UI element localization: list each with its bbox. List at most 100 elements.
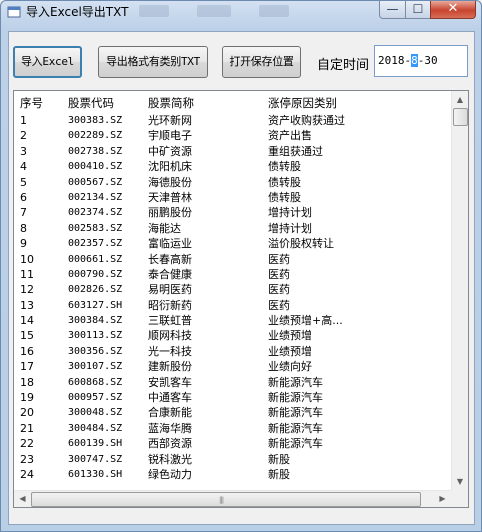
name-cell[interactable]: 长春高新 <box>148 252 192 267</box>
name-cell[interactable]: 三联虹普 <box>148 313 192 328</box>
vertical-scroll-thumb[interactable] <box>453 108 468 126</box>
index-cell[interactable]: 21 <box>20 421 34 436</box>
reason-cell[interactable]: 溢价股权转让 <box>268 236 334 251</box>
name-cell[interactable]: 光环新网 <box>148 113 192 128</box>
horizontal-scroll-thumb[interactable]: ||| <box>31 492 421 507</box>
code-cell[interactable]: 300048.SZ <box>68 405 122 420</box>
reason-cell[interactable]: 新能源汽车 <box>268 421 323 436</box>
reason-cell[interactable]: 债转股 <box>268 190 301 205</box>
import-excel-button[interactable]: 导入Excel <box>13 46 82 78</box>
name-cell[interactable]: 海能达 <box>148 221 181 236</box>
name-cell[interactable]: 中矿资源 <box>148 144 192 159</box>
name-cell[interactable]: 光一科技 <box>148 344 192 359</box>
code-cell[interactable]: 002289.SZ <box>68 128 122 143</box>
table-row[interactable]: 24 601330.SH 绿色动力 新股 <box>14 467 451 482</box>
index-cell[interactable]: 12 <box>20 282 34 297</box>
scroll-left-icon[interactable]: ◀ <box>14 491 31 507</box>
reason-cell[interactable]: 业绩预增+高... <box>268 313 343 328</box>
reason-cell[interactable]: 新能源汽车 <box>268 405 323 420</box>
date-picker[interactable]: 2018-8-30 <box>374 45 468 77</box>
index-cell[interactable]: 13 <box>20 298 34 313</box>
code-cell[interactable]: 000567.SZ <box>68 175 122 190</box>
name-cell[interactable]: 天津普林 <box>148 190 192 205</box>
reason-cell[interactable]: 新能源汽车 <box>268 390 323 405</box>
table-row[interactable]: 9 002357.SZ 富临运业 溢价股权转让 <box>14 236 451 251</box>
code-cell[interactable]: 600139.SH <box>68 436 122 451</box>
index-cell[interactable]: 3 <box>20 144 27 159</box>
reason-cell[interactable]: 业绩向好 <box>268 359 312 374</box>
table-row[interactable]: 21 300484.SZ 蓝海华腾 新能源汽车 <box>14 421 451 436</box>
reason-cell[interactable]: 医药 <box>268 252 290 267</box>
name-cell[interactable]: 沈阳机床 <box>148 159 192 174</box>
code-cell[interactable]: 002357.SZ <box>68 236 122 251</box>
name-cell[interactable]: 建新股份 <box>148 359 192 374</box>
table-row[interactable]: 1 300383.SZ 光环新网 资产收购获通过 <box>14 113 451 128</box>
code-cell[interactable]: 300384.SZ <box>68 313 122 328</box>
name-cell[interactable]: 蓝海华腾 <box>148 421 192 436</box>
name-cell[interactable]: 富临运业 <box>148 236 192 251</box>
code-cell[interactable]: 300484.SZ <box>68 421 122 436</box>
code-cell[interactable]: 000661.SZ <box>68 252 122 267</box>
table-row[interactable]: 7 002374.SZ 丽鹏股份 增持计划 <box>14 205 451 220</box>
name-cell[interactable]: 海德股份 <box>148 175 192 190</box>
code-cell[interactable]: 300356.SZ <box>68 344 122 359</box>
name-cell[interactable]: 锐科激光 <box>148 452 192 467</box>
reason-cell[interactable]: 债转股 <box>268 175 301 190</box>
title-bar[interactable]: 导入Excel导出TXT — ☐ ✕ <box>1 1 481 23</box>
code-cell[interactable]: 002826.SZ <box>68 282 122 297</box>
column-header-code[interactable]: 股票代码 <box>68 95 114 111</box>
close-button[interactable]: ✕ <box>430 1 476 19</box>
name-cell[interactable]: 中通客车 <box>148 390 192 405</box>
reason-cell[interactable]: 资产出售 <box>268 128 312 143</box>
reason-cell[interactable]: 业绩预增 <box>268 328 312 343</box>
name-cell[interactable]: 易明医药 <box>148 282 192 297</box>
reason-cell[interactable]: 新股 <box>268 467 290 482</box>
table-row[interactable]: 20 300048.SZ 合康新能 新能源汽车 <box>14 405 451 420</box>
reason-cell[interactable]: 新能源汽车 <box>268 436 323 451</box>
column-header-reason[interactable]: 涨停原因类别 <box>268 95 337 111</box>
table-row[interactable]: 14 300384.SZ 三联虹普 业绩预增+高... <box>14 313 451 328</box>
table-row[interactable]: 8 002583.SZ 海能达 增持计划 <box>14 221 451 236</box>
reason-cell[interactable]: 医药 <box>268 267 290 282</box>
table-row[interactable]: 17 300107.SZ 建新股份 业绩向好 <box>14 359 451 374</box>
table-row[interactable]: 11 000790.SZ 泰合健康 医药 <box>14 267 451 282</box>
name-cell[interactable]: 泰合健康 <box>148 267 192 282</box>
name-cell[interactable]: 宇顺电子 <box>148 128 192 143</box>
column-header-name[interactable]: 股票简称 <box>148 95 194 111</box>
table-row[interactable]: 19 000957.SZ 中通客车 新能源汽车 <box>14 390 451 405</box>
name-cell[interactable]: 丽鹏股份 <box>148 205 192 220</box>
table-row[interactable]: 18 600868.SZ 安凯客车 新能源汽车 <box>14 375 451 390</box>
name-cell[interactable]: 西部资源 <box>148 436 192 451</box>
table-row[interactable]: 2 002289.SZ 宇顺电子 资产出售 <box>14 128 451 143</box>
name-cell[interactable]: 顺网科技 <box>148 328 192 343</box>
table-row[interactable]: 22 600139.SH 西部资源 新能源汽车 <box>14 436 451 451</box>
name-cell[interactable]: 昭衍新药 <box>148 298 192 313</box>
export-txt-button[interactable]: 导出格式有类别TXT <box>98 46 208 78</box>
index-cell[interactable]: 22 <box>20 436 34 451</box>
code-cell[interactable]: 300107.SZ <box>68 359 122 374</box>
table-row[interactable]: 15 300113.SZ 顺网科技 业绩预增 <box>14 328 451 343</box>
table-row[interactable]: 13 603127.SH 昭衍新药 医药 <box>14 298 451 313</box>
open-save-location-button[interactable]: 打开保存位置 <box>222 46 301 78</box>
index-cell[interactable]: 14 <box>20 313 34 328</box>
scroll-up-icon[interactable]: ▲ <box>452 91 468 108</box>
table-row[interactable]: 16 300356.SZ 光一科技 业绩预增 <box>14 344 451 359</box>
code-cell[interactable]: 002374.SZ <box>68 205 122 220</box>
column-header-index[interactable]: 序号 <box>20 95 43 111</box>
code-cell[interactable]: 000410.SZ <box>68 159 122 174</box>
index-cell[interactable]: 15 <box>20 328 34 343</box>
index-cell[interactable]: 8 <box>20 221 27 236</box>
index-cell[interactable]: 1 <box>20 113 27 128</box>
code-cell[interactable]: 002583.SZ <box>68 221 122 236</box>
data-grid[interactable]: 序号 股票代码 股票简称 涨停原因类别 1 300383.SZ 光环新网 资产收购获通… <box>13 90 469 508</box>
reason-cell[interactable]: 资产收购获通过 <box>268 113 345 128</box>
code-cell[interactable]: 601330.SH <box>68 467 122 482</box>
index-cell[interactable]: 7 <box>20 205 27 220</box>
code-cell[interactable]: 300747.SZ <box>68 452 122 467</box>
table-row[interactable]: 4 000410.SZ 沈阳机床 债转股 <box>14 159 451 174</box>
index-cell[interactable]: 6 <box>20 190 27 205</box>
code-cell[interactable]: 603127.SH <box>68 298 122 313</box>
code-cell[interactable]: 002134.SZ <box>68 190 122 205</box>
name-cell[interactable]: 合康新能 <box>148 405 192 420</box>
scroll-down-icon[interactable]: ▼ <box>452 473 468 490</box>
